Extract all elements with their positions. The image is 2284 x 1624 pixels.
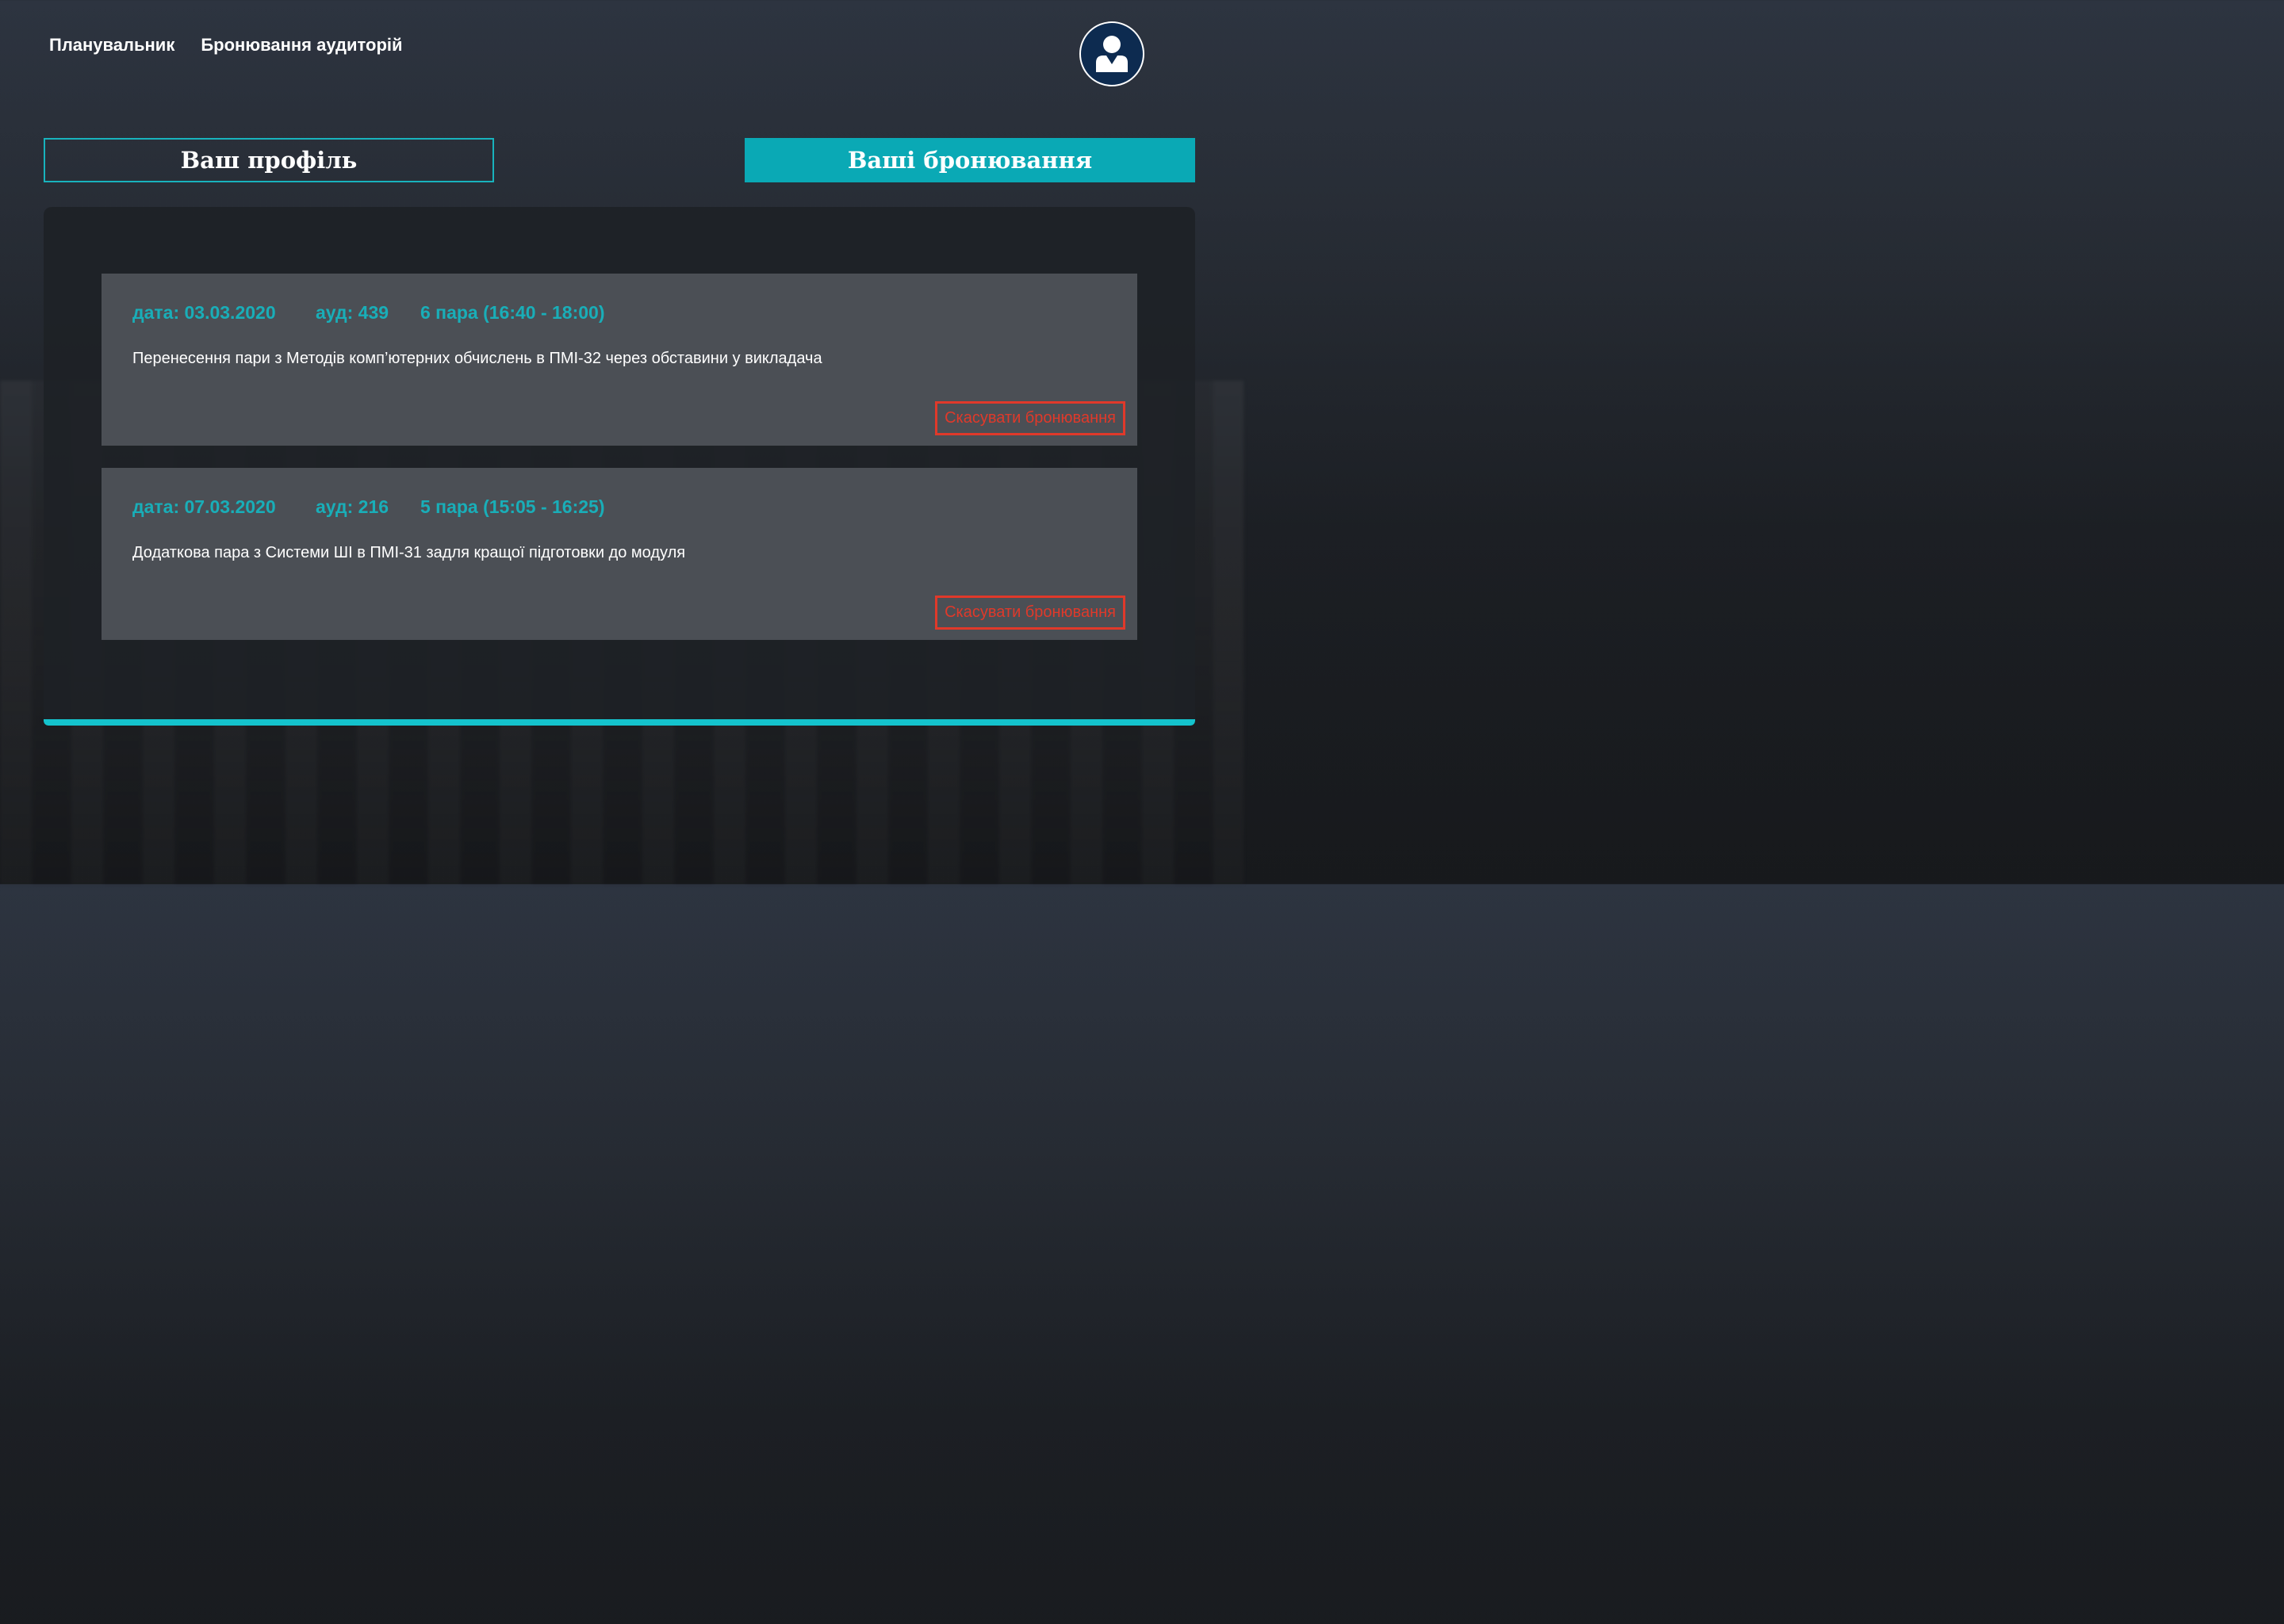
nav-link-room-booking[interactable]: Бронювання аудиторій bbox=[201, 35, 402, 56]
user-avatar-button[interactable] bbox=[1079, 21, 1144, 86]
booking-card: дата: 07.03.2020 ауд: 216 5 пара (15:05 … bbox=[102, 468, 1137, 640]
booking-description: Перенесення пари з Методів комп’ютерних … bbox=[132, 350, 822, 367]
booking-period: 5 пара (15:05 - 16:25) bbox=[420, 496, 605, 517]
booking-meta: дата: 03.03.2020 ауд: 439 6 пара (16:40 … bbox=[132, 302, 605, 324]
booking-room: ауд: 216 bbox=[316, 496, 389, 517]
cancel-booking-button[interactable]: Скасувати бронювання bbox=[935, 401, 1125, 435]
booking-meta: дата: 07.03.2020 ауд: 216 5 пара (15:05 … bbox=[132, 496, 605, 518]
panel-accent-bar bbox=[44, 719, 1195, 726]
top-nav: Планувальник Бронювання аудиторій bbox=[49, 35, 403, 56]
tab-profile[interactable]: Ваш профіль bbox=[44, 138, 494, 182]
tab-bookings[interactable]: Ваші бронювання bbox=[745, 138, 1195, 182]
bookings-panel: дата: 03.03.2020 ауд: 439 6 пара (16:40 … bbox=[44, 207, 1195, 726]
booking-card: дата: 03.03.2020 ауд: 439 6 пара (16:40 … bbox=[102, 274, 1137, 446]
booking-description: Додаткова пара з Системи ШІ в ПМІ-31 зад… bbox=[132, 544, 686, 561]
booking-room: ауд: 439 bbox=[316, 302, 389, 323]
user-icon bbox=[1096, 36, 1128, 72]
booking-period: 6 пара (16:40 - 18:00) bbox=[420, 302, 605, 323]
cancel-booking-button[interactable]: Скасувати бронювання bbox=[935, 596, 1125, 630]
booking-date: дата: 03.03.2020 bbox=[132, 302, 276, 323]
nav-link-scheduler[interactable]: Планувальник bbox=[49, 35, 174, 56]
booking-date: дата: 07.03.2020 bbox=[132, 496, 276, 517]
